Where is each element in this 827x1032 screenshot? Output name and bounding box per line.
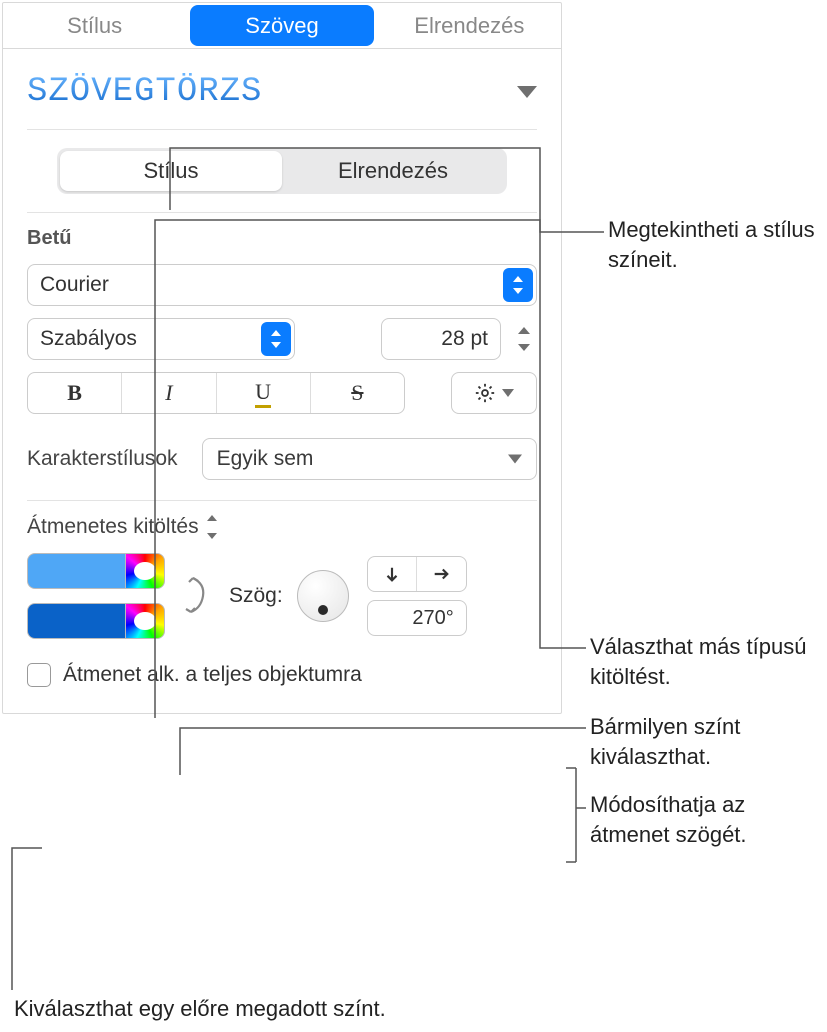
callout-leaders bbox=[0, 0, 827, 1032]
